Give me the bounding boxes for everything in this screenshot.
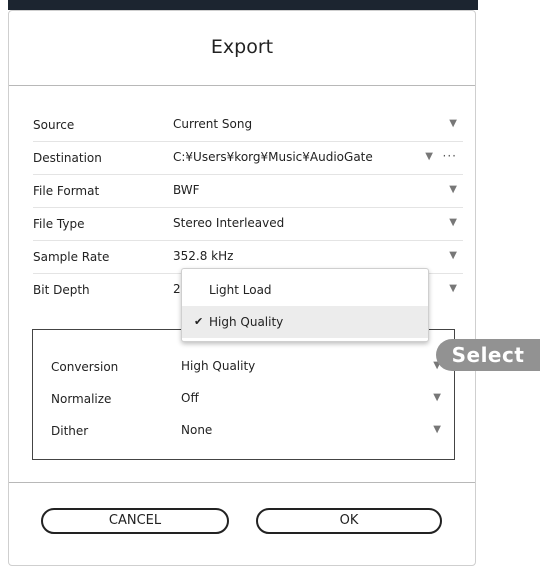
conversion-value[interactable]: High Quality bbox=[181, 359, 255, 373]
conversion-label: Conversion bbox=[51, 360, 119, 374]
source-value[interactable]: Current Song bbox=[173, 117, 252, 131]
destination-row[interactable]: Destination C:¥Users¥korg¥Music¥AudioGat… bbox=[33, 142, 463, 175]
dither-row[interactable]: Dither None ▼ bbox=[51, 416, 441, 448]
source-row[interactable]: Source Current Song ▼ bbox=[33, 109, 463, 142]
more-icon[interactable]: ··· bbox=[443, 149, 457, 163]
sample-rate-value[interactable]: 352.8 kHz bbox=[173, 249, 233, 263]
source-label: Source bbox=[33, 118, 75, 132]
file-type-label: File Type bbox=[33, 217, 85, 231]
chevron-down-icon[interactable]: ▼ bbox=[433, 392, 441, 403]
checkmark-icon: ✔ bbox=[194, 315, 204, 328]
dither-label: Dither bbox=[51, 424, 89, 438]
chevron-down-icon[interactable]: ▼ bbox=[449, 250, 457, 261]
cancel-button[interactable]: CANCEL bbox=[41, 508, 229, 534]
chevron-down-icon[interactable]: ▼ bbox=[449, 184, 457, 195]
destination-value[interactable]: C:¥Users¥korg¥Music¥AudioGate bbox=[173, 150, 373, 164]
conversion-row[interactable]: Conversion High Quality ▼ bbox=[51, 352, 441, 384]
destination-label: Destination bbox=[33, 151, 102, 165]
footer-divider bbox=[9, 482, 475, 483]
chevron-down-icon[interactable]: ▼ bbox=[449, 217, 457, 228]
conversion-group: Conversion High Quality ▼ Normalize Off … bbox=[32, 329, 455, 460]
file-type-row[interactable]: File Type Stereo Interleaved ▼ bbox=[33, 208, 463, 241]
chevron-down-icon[interactable]: ▼ bbox=[449, 118, 457, 129]
normalize-label: Normalize bbox=[51, 392, 112, 406]
dialog-title: Export bbox=[210, 36, 274, 58]
ok-button[interactable]: OK bbox=[256, 508, 442, 534]
bit-depth-dropdown: Light Load ✔ High Quality bbox=[181, 268, 429, 342]
dialog-header: Export bbox=[9, 11, 475, 86]
normalize-row[interactable]: Normalize Off ▼ bbox=[51, 384, 441, 416]
bit-depth-label: Bit Depth bbox=[33, 283, 90, 297]
window-top-strip bbox=[8, 0, 478, 10]
select-annotation-badge: Select bbox=[436, 339, 540, 371]
dropdown-option-light-load[interactable]: Light Load bbox=[182, 274, 428, 306]
chevron-down-icon[interactable]: ▼ bbox=[425, 151, 433, 162]
sample-rate-label: Sample Rate bbox=[33, 250, 110, 264]
chevron-down-icon[interactable]: ▼ bbox=[433, 424, 441, 435]
dropdown-option-high-quality[interactable]: ✔ High Quality bbox=[182, 306, 428, 338]
file-format-row[interactable]: File Format BWF ▼ bbox=[33, 175, 463, 208]
option-label: Light Load bbox=[209, 283, 272, 297]
file-type-value[interactable]: Stereo Interleaved bbox=[173, 216, 284, 230]
file-format-value[interactable]: BWF bbox=[173, 183, 200, 197]
option-label: High Quality bbox=[209, 315, 284, 329]
chevron-down-icon[interactable]: ▼ bbox=[449, 283, 457, 294]
normalize-value[interactable]: Off bbox=[181, 391, 199, 405]
dither-value[interactable]: None bbox=[181, 423, 212, 437]
file-format-label: File Format bbox=[33, 184, 100, 198]
